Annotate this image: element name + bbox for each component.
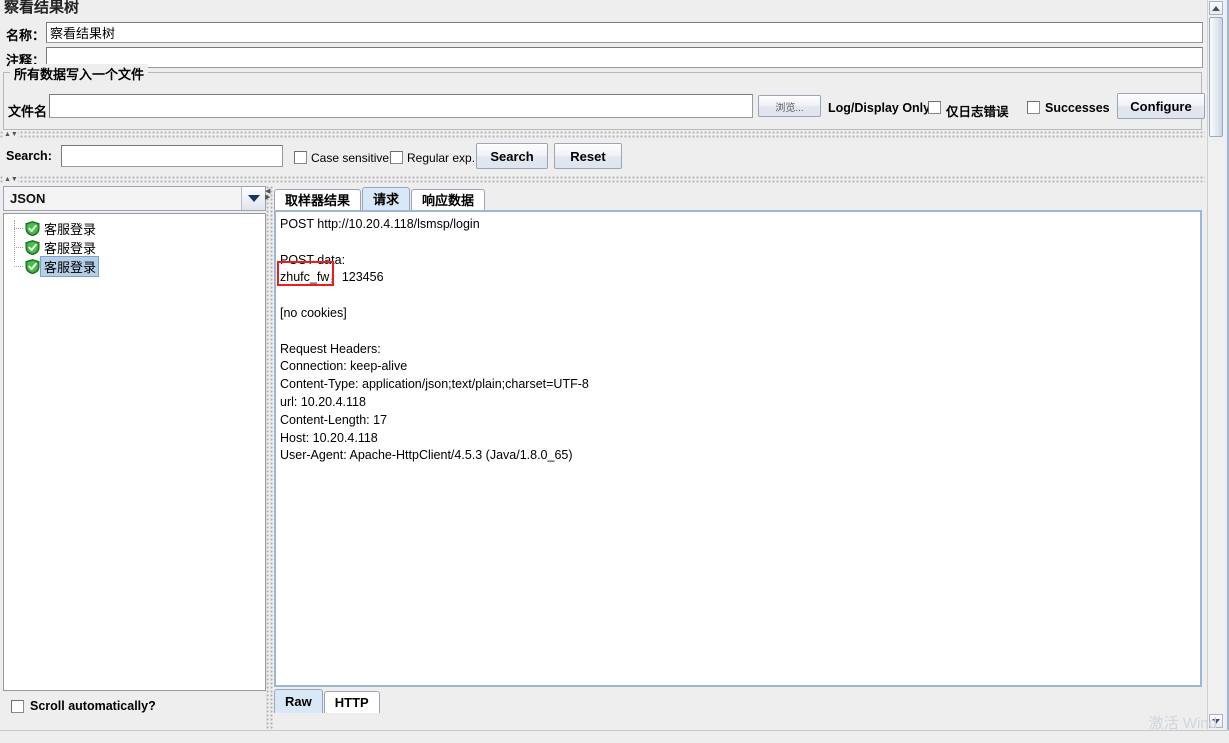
vertical-splitter-grip[interactable]: ◀ ▶ [265,188,270,201]
request-content-area[interactable]: POST http://10.20.4.118/lsmsp/login POST… [274,210,1202,687]
comment-row: 注释： [0,46,1205,70]
renderer-combobox[interactable]: JSON [3,186,266,211]
request-body-text: POST http://10.20.4.118/lsmsp/login POST… [280,217,589,463]
scroll-automatically-row: Scroll automatically? [3,694,266,718]
log-display-only-label: Log/Display Only: [828,101,935,115]
left-panel: JSON 客服登录 客服登录 客服登录 Scroll automatically… [3,186,266,731]
jmeter-view-results-tree: 察看结果树 名称： 注释： 所有数据写入一个文件 文件名 浏览... Log/D… [0,0,1229,743]
write-all-data-title: 所有数据写入一个文件 [10,64,149,83]
filename-label: 文件名 [8,104,48,119]
success-shield-icon [25,240,40,256]
result-tabs: 取样器结果 请求 响应数据 [274,186,1202,211]
page-title: 察看结果树 [4,0,80,16]
results-tree[interactable]: 客服登录 客服登录 客服登录 [3,213,266,691]
case-sensitive-checkbox[interactable] [294,151,307,164]
chevron-down-icon[interactable] [241,187,265,210]
main-vertical-scrollbar[interactable] [1207,0,1225,729]
name-label: 名称： [6,28,46,43]
scroll-automatically-label: Scroll automatically? [30,699,156,713]
tree-connector [14,247,23,248]
regular-exp-checkbox[interactable] [390,151,403,164]
comment-input[interactable] [46,47,1203,68]
renderer-selected-value: JSON [10,191,46,206]
case-sensitive-label: Case sensitive [311,151,390,165]
list-item[interactable]: 客服登录 [14,238,99,257]
success-shield-icon [25,221,40,237]
tree-connector [14,266,23,267]
list-item-label-selected: 客服登录 [40,256,100,277]
window-bottom-frame [0,730,1229,743]
panel-title-bar: 察看结果树 [0,0,1205,16]
tree-connector [14,228,23,229]
window-right-frame [1205,0,1229,743]
vertical-splitter[interactable]: ◀ ▶ [265,186,274,731]
search-row: Search: Case sensitive Regular exp. Sear… [0,140,1205,175]
regular-exp-label: Regular exp. [407,151,476,165]
search-button[interactable]: Search [476,143,548,169]
tab-sampler-result[interactable]: 取样器结果 [274,189,362,211]
scroll-up-arrow-icon[interactable] [1209,1,1223,15]
browse-button[interactable]: 浏览... [758,95,821,117]
list-item-label: 客服登录 [44,222,97,237]
tab-raw[interactable]: Raw [274,689,323,713]
splitter-top-grip[interactable]: ▲▼ [4,131,18,138]
reset-button[interactable]: Reset [554,143,622,169]
scroll-automatically-checkbox[interactable] [11,699,24,713]
splitter-top[interactable] [0,131,1205,138]
search-label: Search: [6,149,52,163]
successes-label: Successes [1045,101,1110,115]
scrollbar-thumb[interactable] [1209,17,1223,137]
list-item[interactable]: 客服登录 [14,219,99,238]
list-item[interactable]: 客服登录 [14,256,100,277]
tab-http[interactable]: HTTP [323,691,380,713]
tab-request[interactable]: 请求 [362,187,411,211]
successes-checkbox[interactable] [1027,101,1040,114]
success-shield-icon [25,259,40,275]
errors-only-label: 仅日志错误 [946,105,1009,119]
errors-only-checkbox[interactable] [928,101,941,114]
configure-button[interactable]: Configure [1117,93,1205,119]
name-input[interactable] [46,22,1203,43]
list-item-label: 客服登录 [44,241,97,256]
splitter-search-grip[interactable]: ▲▼ [4,176,18,183]
splitter-search[interactable] [0,176,1205,183]
name-row: 名称： [0,20,1205,46]
search-input[interactable] [61,145,283,167]
render-mode-tabs: Raw HTTP [274,689,381,713]
windows-activation-watermark: 激活 Wind [1148,715,1217,732]
right-panel: 取样器结果 请求 响应数据 POST http://10.20.4.118/ls… [274,186,1202,731]
tab-response-data[interactable]: 响应数据 [411,189,486,211]
filename-input[interactable] [49,94,753,118]
